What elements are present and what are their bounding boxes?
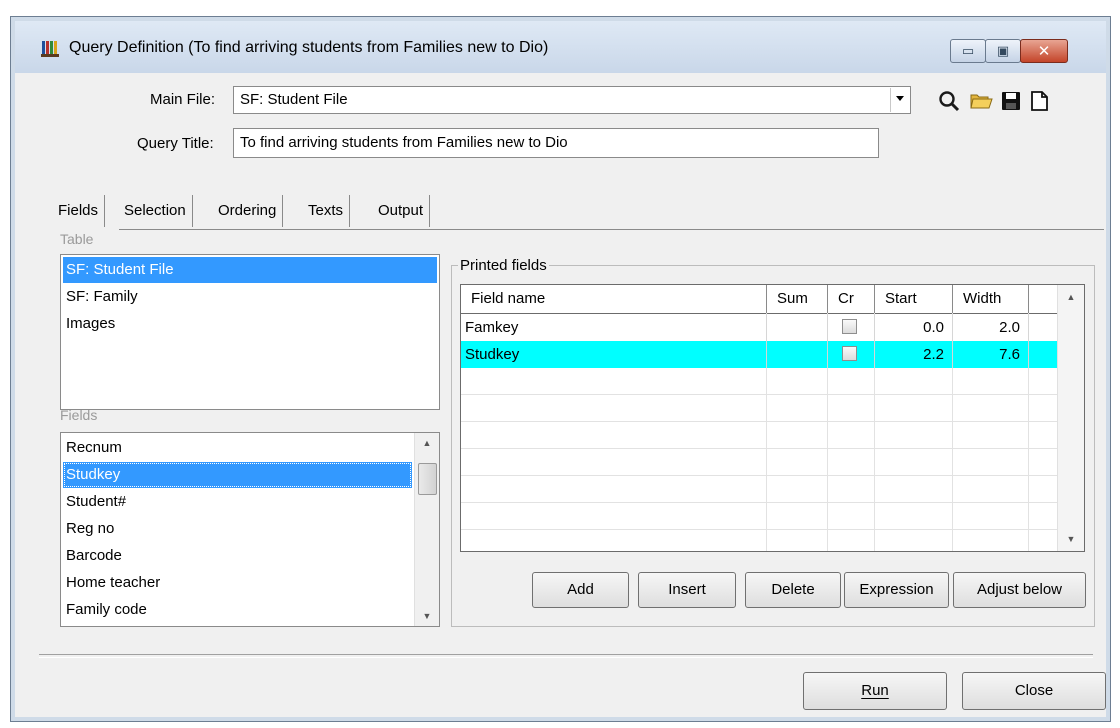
cell-cr[interactable] (828, 341, 875, 368)
field-item-reg-no[interactable]: Reg no (63, 516, 437, 542)
table-row[interactable]: Studkey 2.2 7.6 (461, 341, 1058, 368)
expression-button[interactable]: Expression (844, 572, 949, 608)
grid-header: Field name Sum Cr Start Width (461, 285, 1084, 314)
tab-divider (119, 229, 1104, 230)
table-item-images[interactable]: Images (63, 311, 437, 337)
close-icon: ✕ (1037, 43, 1051, 60)
scroll-down-icon[interactable]: ▼ (415, 606, 439, 626)
minimize-button[interactable]: ▭ (950, 39, 986, 63)
scroll-down-icon[interactable]: ▼ (1058, 529, 1084, 549)
fields-scrollbar[interactable]: ▲ ▼ (414, 433, 439, 626)
column-start[interactable]: Start (875, 285, 953, 313)
minimize-icon: ▭ (961, 43, 975, 58)
grid-divider (461, 529, 1058, 530)
main-file-combobox[interactable]: SF: Student File (233, 86, 911, 114)
new-document-icon[interactable] (1027, 89, 1051, 113)
main-file-label: Main File: (150, 91, 216, 108)
field-item-recnum[interactable]: Recnum (63, 435, 437, 461)
table-item-family[interactable]: SF: Family (63, 284, 437, 310)
table-row[interactable]: Famkey 0.0 2.0 (461, 314, 1058, 341)
query-definition-dialog: Query Definition (To find arriving stude… (10, 16, 1111, 722)
fields-listbox[interactable]: Recnum Studkey Student# Reg no Barcode H… (60, 432, 440, 627)
scroll-thumb[interactable] (418, 463, 437, 495)
cell-start[interactable]: 2.2 (875, 341, 953, 368)
open-folder-icon[interactable] (969, 89, 993, 113)
close-window-button[interactable]: ✕ (1020, 39, 1068, 63)
field-item-student-number[interactable]: Student# (63, 489, 437, 515)
footer-separator (39, 654, 1093, 658)
cell-field-name[interactable]: Studkey (461, 341, 767, 368)
title-bar[interactable]: Query Definition (To find arriving stude… (15, 21, 1106, 73)
printed-fields-caption: Printed fields (458, 257, 549, 274)
tab-fields[interactable]: Fields (52, 195, 106, 227)
run-button-label: Run (861, 682, 889, 699)
tab-ordering[interactable]: Ordering (212, 195, 284, 227)
grid-divider (461, 475, 1058, 476)
cell-width[interactable]: 2.0 (953, 314, 1029, 341)
window-title: Query Definition (To find arriving stude… (69, 39, 549, 56)
cr-checkbox[interactable] (842, 319, 857, 334)
grid-divider (461, 394, 1058, 395)
adjust-below-button[interactable]: Adjust below (953, 572, 1086, 608)
cell-start[interactable]: 0.0 (875, 314, 953, 341)
column-sum[interactable]: Sum (767, 285, 828, 313)
column-width[interactable]: Width (953, 285, 1029, 313)
table-listbox[interactable]: SF: Student File SF: Family Images (60, 254, 440, 410)
run-button[interactable]: Run (803, 672, 947, 710)
table-item-student-file[interactable]: SF: Student File (63, 257, 437, 283)
field-item-family-code[interactable]: Family code (63, 597, 437, 623)
app-icon (41, 41, 59, 57)
grid-scrollbar[interactable]: ▲ ▼ (1057, 285, 1084, 551)
insert-button[interactable]: Insert (638, 572, 736, 608)
search-icon[interactable] (937, 89, 961, 113)
grid-divider (461, 421, 1058, 422)
field-item-barcode[interactable]: Barcode (63, 543, 437, 569)
cell-sum[interactable] (767, 314, 828, 341)
cell-field-name[interactable]: Famkey (461, 314, 767, 341)
cell-cr[interactable] (828, 314, 875, 341)
restore-button[interactable]: ▣ (985, 39, 1021, 63)
tab-output[interactable]: Output (372, 195, 431, 227)
delete-button[interactable]: Delete (745, 572, 841, 608)
scroll-up-icon[interactable]: ▲ (415, 433, 439, 453)
grid-divider (461, 502, 1058, 503)
chevron-down-icon[interactable] (890, 88, 909, 112)
query-title-input[interactable]: To find arriving students from Families … (233, 128, 879, 158)
query-title-label: Query Title: (137, 135, 214, 152)
grid-divider (461, 448, 1058, 449)
cell-width[interactable]: 7.6 (953, 341, 1029, 368)
column-field-name[interactable]: Field name (461, 285, 767, 313)
tab-selection[interactable]: Selection (118, 195, 193, 227)
save-icon[interactable] (999, 89, 1023, 113)
column-cr[interactable]: Cr (828, 285, 875, 313)
cell-sum[interactable] (767, 341, 828, 368)
tab-texts[interactable]: Texts (302, 195, 351, 227)
field-item-home-teacher[interactable]: Home teacher (63, 570, 437, 596)
fields-caption: Fields (60, 407, 98, 423)
cr-checkbox[interactable] (842, 346, 857, 361)
main-file-value: SF: Student File (240, 91, 348, 108)
field-item-studkey[interactable]: Studkey (63, 462, 412, 488)
add-button[interactable]: Add (532, 572, 629, 608)
restore-icon: ▣ (996, 43, 1010, 58)
page-background (0, 0, 1120, 16)
table-caption: Table (60, 231, 94, 247)
close-button[interactable]: Close (962, 672, 1106, 710)
printed-fields-grid[interactable]: Field name Sum Cr Start Width Famkey 0.0… (460, 284, 1085, 552)
scroll-up-icon[interactable]: ▲ (1058, 287, 1084, 307)
